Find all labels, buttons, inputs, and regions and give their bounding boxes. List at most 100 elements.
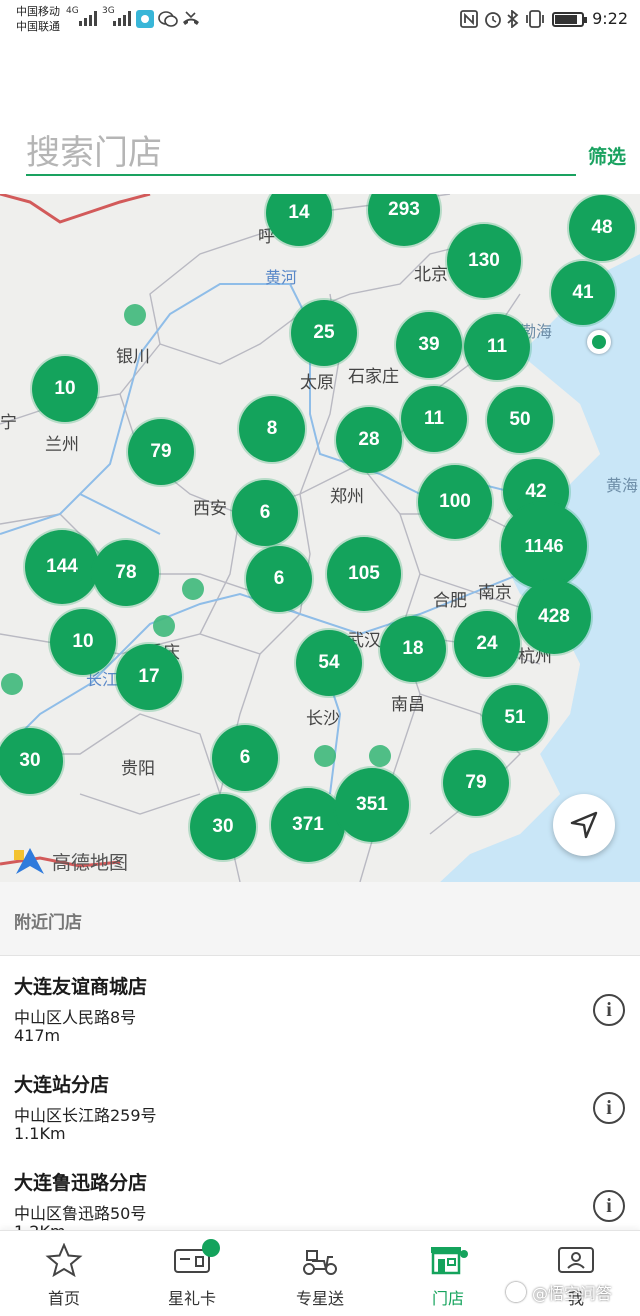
store-pin[interactable] xyxy=(314,745,336,767)
wechat-icon xyxy=(158,11,178,27)
nav-home[interactable]: 首页 xyxy=(0,1231,128,1316)
store-cluster[interactable]: 79 xyxy=(443,750,509,816)
city-xian: 西安 xyxy=(193,499,227,519)
nav-stores-label: 门店 xyxy=(431,1289,464,1308)
missed-call-icon xyxy=(183,11,199,25)
profile-card-icon xyxy=(558,1247,594,1273)
battery-icon xyxy=(552,12,587,27)
watermark: @悟空问答 xyxy=(506,1280,612,1304)
store-list-item[interactable]: 大连友谊商城店 中山区人民路8号 417m i xyxy=(0,958,640,1056)
store-cluster[interactable]: 28 xyxy=(336,407,402,473)
store-map[interactable]: 银川 兰州 宁 呼 北京 太原 石家庄 郑州 西安 合肥 南京 武汉 重庆 长沙… xyxy=(0,194,640,882)
store-cluster[interactable]: 130 xyxy=(447,224,521,298)
app-root: 中国移动 中国联通 4G 3G 9:22 搜索门店 筛选 银川 兰州 宁 呼 北… xyxy=(0,0,640,1316)
store-cluster[interactable]: 371 xyxy=(271,788,345,862)
store-cluster[interactable]: 11 xyxy=(401,386,467,452)
city-hefei: 合肥 xyxy=(433,591,467,611)
nearby-stores-title: 附近门店 xyxy=(14,913,82,933)
store-cluster[interactable]: 39 xyxy=(396,312,462,378)
city-lanzhou: 兰州 xyxy=(45,435,79,455)
store-address: 中山区人民路8号 xyxy=(14,1008,137,1027)
sea-label-huanghai: 黄海 xyxy=(606,476,639,495)
app-notification-icon xyxy=(136,10,154,28)
store-pin[interactable] xyxy=(1,673,23,695)
store-cluster[interactable]: 54 xyxy=(296,630,362,696)
store-cluster[interactable]: 351 xyxy=(335,768,409,842)
store-cluster[interactable]: 11 xyxy=(464,314,530,380)
watermark-text: @悟空问答 xyxy=(532,1284,613,1303)
store-cluster[interactable]: 50 xyxy=(487,387,553,453)
store-name: 大连鲁迅路分店 xyxy=(14,1172,148,1194)
search-input[interactable] xyxy=(26,132,576,176)
store-info-icon[interactable]: i xyxy=(593,994,625,1026)
status-bar: 中国移动 中国联通 4G 3G 9:22 xyxy=(0,0,640,40)
store-cluster[interactable]: 48 xyxy=(569,195,635,261)
amap-logo-text: 高德地图 xyxy=(52,851,129,874)
store-cluster[interactable]: 428 xyxy=(517,580,591,654)
store-cluster[interactable]: 10 xyxy=(50,609,116,675)
store-pin[interactable] xyxy=(369,745,391,767)
signal-icon-2 xyxy=(113,11,131,26)
nav-stores[interactable]: 门店 xyxy=(384,1231,512,1316)
nfc-icon xyxy=(460,10,478,28)
store-distance: 1.1Km xyxy=(14,1124,66,1143)
store-cluster[interactable]: 105 xyxy=(327,537,401,611)
city-yinchuan: 银川 xyxy=(116,347,150,367)
nav-gift-card[interactable]: 星礼卡 xyxy=(128,1231,256,1316)
store-cluster[interactable]: 6 xyxy=(246,546,312,612)
store-cluster[interactable]: 24 xyxy=(454,611,520,677)
store-address: 中山区鲁迅路50号 xyxy=(14,1204,147,1223)
store-cluster[interactable]: 10 xyxy=(32,356,98,422)
nav-delivery[interactable]: 专星送 xyxy=(256,1231,384,1316)
store-pin[interactable] xyxy=(153,615,175,637)
store-cluster[interactable]: 6 xyxy=(212,725,278,791)
signal-icon xyxy=(79,11,97,26)
river-label-huanghe: 黄河 xyxy=(265,268,298,287)
city-taiyuan: 太原 xyxy=(300,373,334,393)
store-address: 中山区长江路259号 xyxy=(14,1106,157,1125)
current-location-marker xyxy=(587,330,611,354)
amap-logo: 高德地图 xyxy=(14,846,128,876)
store-cluster[interactable]: 144 xyxy=(25,530,99,604)
carrier-2: 中国联通 xyxy=(16,20,60,33)
store-name: 大连友谊商城店 xyxy=(14,976,148,998)
store-cluster[interactable]: 17 xyxy=(116,644,182,710)
store-cluster[interactable]: 79 xyxy=(128,419,194,485)
store-cluster[interactable]: 6 xyxy=(232,480,298,546)
city-changsha: 长沙 xyxy=(306,709,340,729)
store-cluster[interactable]: 18 xyxy=(380,616,446,682)
carrier-info: 中国移动 中国联通 xyxy=(16,4,60,34)
city-xining: 宁 xyxy=(0,413,17,433)
amap-logo-icon xyxy=(14,848,44,874)
locate-me-button[interactable] xyxy=(553,794,615,856)
store-cluster[interactable]: 8 xyxy=(239,396,305,462)
city-beijing: 北京 xyxy=(414,265,448,285)
clock: 9:22 xyxy=(592,9,628,28)
net-type-1: 4G xyxy=(66,6,79,16)
star-icon xyxy=(45,1243,83,1277)
filter-button[interactable]: 筛选 xyxy=(588,142,626,169)
nav-home-label: 首页 xyxy=(47,1289,80,1308)
nav-delivery-label: 专星送 xyxy=(295,1289,344,1308)
store-cluster[interactable]: 51 xyxy=(482,685,548,751)
alarm-icon xyxy=(485,12,501,28)
store-info-icon[interactable]: i xyxy=(593,1092,625,1124)
nearby-stores-header: 附近门店 xyxy=(0,882,640,956)
store-cluster[interactable]: 78 xyxy=(93,540,159,606)
city-zhengzhou: 郑州 xyxy=(330,487,364,507)
store-cluster[interactable]: 100 xyxy=(418,465,492,539)
store-info-icon[interactable]: i xyxy=(593,1190,625,1222)
store-list-item[interactable]: 大连站分店 中山区长江路259号 1.1Km i xyxy=(0,1056,640,1154)
store-cluster[interactable]: 1146 xyxy=(501,503,587,589)
store-cluster[interactable]: 25 xyxy=(291,300,357,366)
store-cluster[interactable]: 30 xyxy=(0,728,63,794)
store-pin[interactable] xyxy=(182,578,204,600)
store-name: 大连站分店 xyxy=(14,1074,110,1096)
watermark-logo-icon xyxy=(506,1282,526,1302)
city-nanjing: 南京 xyxy=(478,583,512,603)
battery-level xyxy=(555,15,577,24)
store-cluster[interactable]: 41 xyxy=(551,261,615,325)
store-cluster[interactable]: 30 xyxy=(190,794,256,860)
store-pin[interactable] xyxy=(124,304,146,326)
scooter-icon xyxy=(303,1250,337,1275)
